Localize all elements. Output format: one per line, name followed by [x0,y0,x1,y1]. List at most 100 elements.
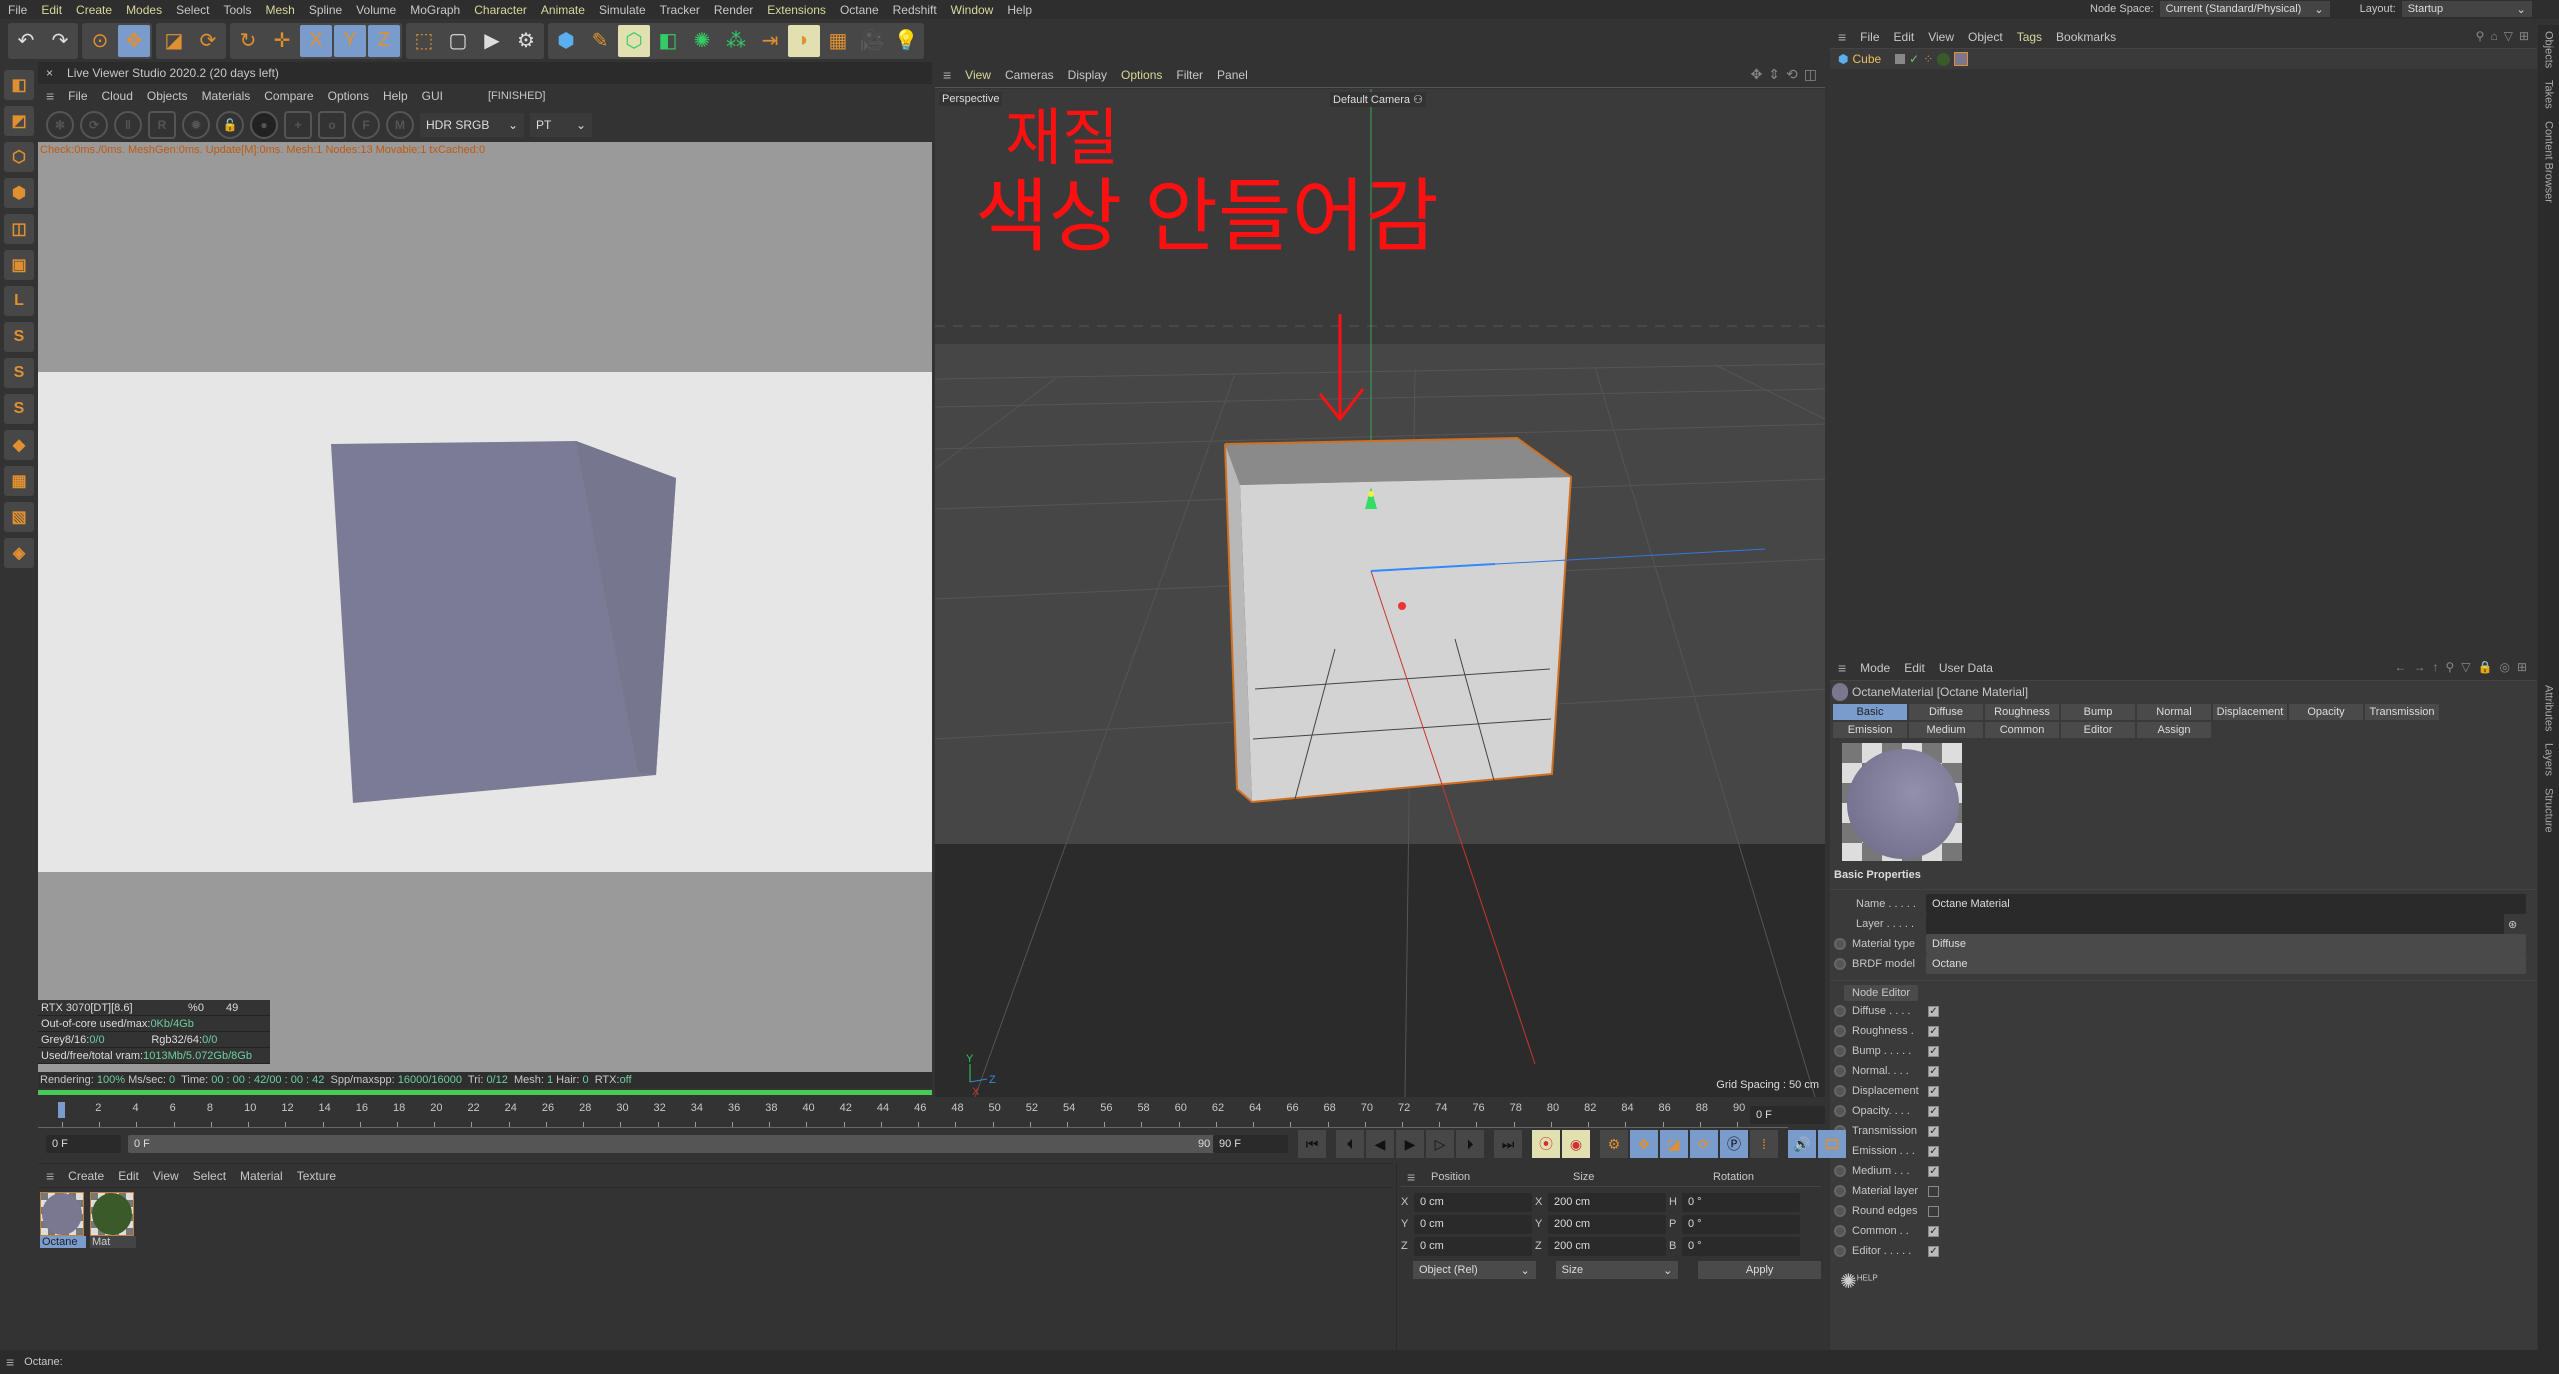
maximize-icon[interactable]: ◫ [1804,66,1817,83]
render-view-icon[interactable]: ▢ [442,25,474,57]
menu-edit[interactable]: Edit [1904,661,1925,675]
kernel-select[interactable]: PT ⌄ [530,113,592,137]
tab-common[interactable]: Common [1984,721,2060,739]
menu-material[interactable]: Material [240,1169,283,1183]
tool-7-icon[interactable]: S [4,322,34,352]
menu-render[interactable]: Render [714,3,753,17]
menu-materials[interactable]: Materials [202,89,251,103]
channel-checkbox[interactable] [1928,1185,1939,1197]
tab-editor[interactable]: Editor [2060,721,2136,739]
material-item[interactable]: Octane [40,1192,86,1248]
brdf-select[interactable]: Octane [1926,954,2526,974]
tab-roughness[interactable]: Roughness [1984,703,2060,721]
menu-redshift[interactable]: Redshift [893,3,937,17]
keyframe-radio[interactable] [1834,1005,1846,1017]
menu-tags[interactable]: Tags [2017,30,2042,44]
color-space-select[interactable]: HDR SRGB ⌄ [420,113,524,137]
menu-cloud[interactable]: Cloud [102,89,133,103]
menu-edit[interactable]: Edit [41,3,62,17]
next-key-icon[interactable]: ⏵ [1456,1130,1484,1158]
tab-normal[interactable]: Normal [2136,703,2212,721]
menu-help[interactable]: Help [383,89,408,103]
lock-icon[interactable]: 🔓 [216,111,244,139]
cube-icon[interactable]: ⬢ [550,25,582,57]
render-settings-icon[interactable]: ⚙ [510,25,542,57]
material-tag-octane[interactable] [1954,52,1969,66]
position-field[interactable]: 0 cm [1414,1236,1532,1256]
target-icon[interactable]: ◎ [2499,660,2509,674]
key-pla-icon[interactable]: ⁞ [1750,1130,1778,1158]
menu-tools[interactable]: Tools [223,3,251,17]
layer-icon[interactable] [1895,54,1906,64]
floor-icon[interactable]: ▦ [822,25,854,57]
add-icon[interactable]: + [284,111,312,139]
tool-2-icon[interactable]: ⬡ [4,142,34,172]
menu-mograph[interactable]: MoGraph [410,3,460,17]
keyframe-radio[interactable] [1834,1085,1846,1097]
forward-icon[interactable]: → [2413,660,2425,674]
menu-mesh[interactable]: Mesh [265,3,294,17]
tool-4-icon[interactable]: ◫ [4,214,34,244]
search-icon[interactable]: ⚲ [2445,660,2454,674]
menu-display[interactable]: Display [1068,68,1107,82]
cloner-icon[interactable]: ⁂ [720,25,752,57]
node-space-select[interactable]: Current (Standard/Physical) ⌄ [2159,1,2330,17]
tab-opacity[interactable]: Opacity [2288,703,2364,721]
keyframe-radio[interactable] [1834,1065,1846,1077]
apply-button[interactable]: Apply [1698,1261,1822,1279]
camera-icon[interactable]: 🎥 [856,25,888,57]
name-input[interactable]: Octane Material [1926,894,2526,914]
octane-logo-icon[interactable]: ✻ [46,111,74,139]
menu-icon[interactable]: ≡ [1838,660,1846,676]
tool-13-icon[interactable]: ◈ [4,538,34,568]
keyframe-selection-icon[interactable]: ⚙ [1600,1130,1628,1158]
rotate-icon[interactable]: ⟳ [192,25,224,57]
menu-icon[interactable]: ≡ [46,88,54,104]
menu-cameras[interactable]: Cameras [1005,68,1054,82]
size-field[interactable]: 200 cm [1548,1236,1666,1256]
side-tab-structure[interactable]: Structure [2543,782,2555,839]
channel-checkbox[interactable]: ✓ [1928,1065,1939,1077]
light-icon[interactable]: 💡 [890,25,922,57]
object-name[interactable]: Cube [1852,52,1881,66]
help-button[interactable]: ✺HELP [1830,1261,2537,1302]
object-row[interactable]: ⬢ Cube ✓ ⁘ [1830,49,2537,69]
keyframe-radio[interactable] [1834,1165,1846,1177]
tab-diffuse[interactable]: Diffuse [1908,703,1984,721]
menu-tracker[interactable]: Tracker [660,3,700,17]
menu-animate[interactable]: Animate [541,3,585,17]
tab-emission[interactable]: Emission [1832,721,1908,739]
menu-view[interactable]: View [965,68,991,82]
tool-12-icon[interactable]: ▧ [4,502,34,532]
menu-user-data[interactable]: User Data [1939,661,1993,675]
tool-11-icon[interactable]: ▦ [4,466,34,496]
menu-select[interactable]: Select [176,3,209,17]
select-icon[interactable]: ⊙ [84,25,116,57]
range-end-field[interactable]: 90 F [1213,1135,1288,1153]
position-field[interactable]: 0 cm [1414,1214,1532,1234]
node-editor-button[interactable]: Node Editor [1844,985,1919,1001]
render-icon[interactable]: ▶ [476,25,508,57]
keyframe-radio[interactable] [1834,1045,1846,1057]
tab-transmission[interactable]: Transmission [2364,703,2440,721]
side-tab-takes[interactable]: Takes [2543,74,2555,115]
layout-select[interactable]: Startup ⌄ [2401,1,2532,17]
key-position-icon[interactable]: ✥ [1630,1130,1658,1158]
undo-icon[interactable]: ↶ [10,25,42,57]
size-field[interactable]: 200 cm [1548,1192,1666,1212]
menu-character[interactable]: Character [474,3,527,17]
back-icon[interactable]: ← [2394,660,2406,674]
subdivision-icon[interactable]: ⬡ [618,24,650,57]
menu-file[interactable]: File [8,3,27,17]
menu-filter[interactable]: Filter [1176,68,1203,82]
region-render-icon[interactable]: R [148,111,176,139]
filter-icon[interactable]: ▽ [2504,29,2513,43]
menu-create[interactable]: Create [68,1169,104,1183]
key-rotation-icon[interactable]: ⟳ [1690,1130,1718,1158]
size-mode-select[interactable]: Size ⌄ [1555,1261,1679,1279]
tool-3-icon[interactable]: ⬢ [4,178,34,208]
coord-system-icon[interactable]: ⬚ [408,25,440,57]
key-param-icon[interactable]: Ⓟ [1720,1130,1748,1158]
channel-checkbox[interactable]: ✓ [1928,1245,1939,1257]
menu-octane[interactable]: Octane [840,3,879,17]
